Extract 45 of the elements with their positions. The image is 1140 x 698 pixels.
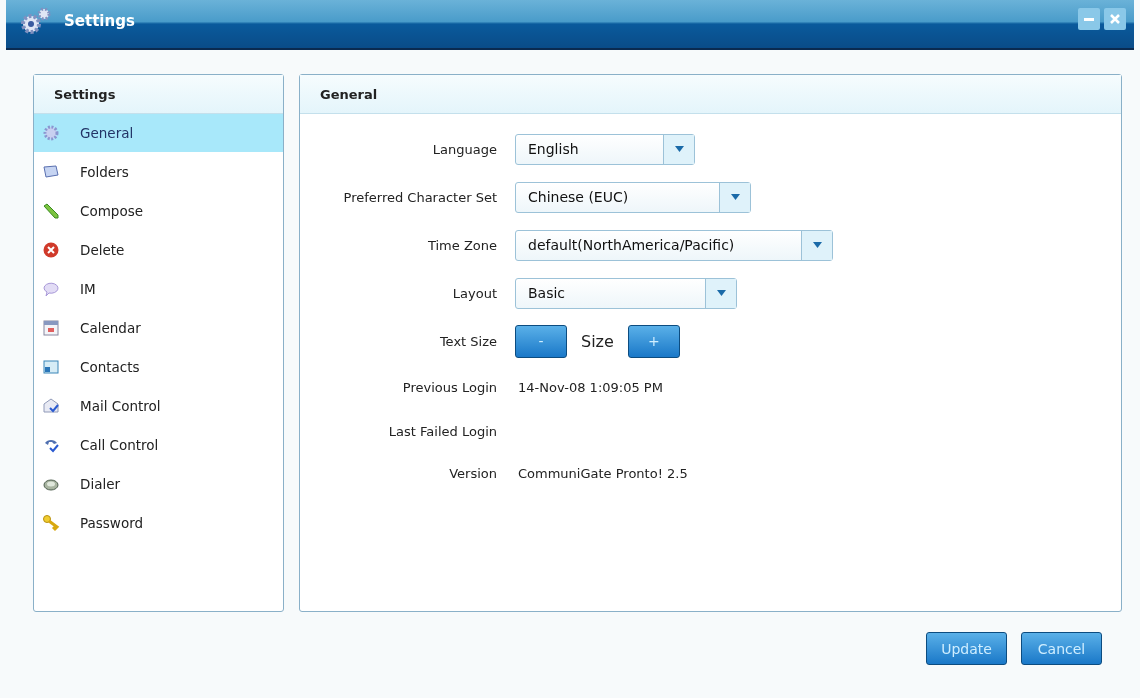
gears-icon [18,7,52,35]
gear-icon [42,124,60,142]
sidebar-item[interactable]: Delete [34,230,283,269]
size-label: Size [581,331,614,351]
mail-icon [42,396,60,415]
minimize-button[interactable] [1078,8,1100,30]
caret-icon [730,194,740,200]
sidebar-item[interactable]: General [34,114,283,152]
sidebar-item[interactable]: IM [34,269,283,308]
caret-icon [674,146,684,152]
pencil-icon [42,201,60,220]
caret-icon [716,290,726,296]
sidebar-item[interactable]: Call Control [34,425,283,464]
field-label: Text Size [438,333,497,349]
field-label: Time Zone [426,237,497,253]
window-title: Settings [64,12,135,30]
sidebar-item[interactable]: Password [34,503,283,542]
field-value: CommuniGate Pronto! 2.5 [517,465,688,481]
dropdown[interactable]: Chinese (EUC) [515,181,751,213]
caret-icon [812,242,822,248]
field-label: Last Failed Login [387,423,497,439]
card-icon [42,357,60,376]
sidebar-item[interactable]: Contacts [34,347,283,386]
close-button[interactable] [1104,8,1126,30]
sidebar-title: Settings [54,86,116,102]
close-icon [1109,13,1121,25]
folder-icon [42,162,60,181]
field-label: Previous Login [401,380,497,395]
sidebar-item[interactable]: Calendar [34,308,283,347]
sidebar-item[interactable]: Folders [34,152,283,191]
sidebar-item[interactable]: Dialer [34,464,283,503]
dropdown[interactable]: default(NorthAmerica/Pacific) [515,229,833,261]
dropdown[interactable]: Basic [515,277,737,309]
dropdown[interactable]: English [515,133,695,165]
calendar-icon [42,318,60,337]
sidebar-item[interactable]: Compose [34,191,283,230]
delete-icon [42,240,60,259]
panel-title: General [320,86,378,102]
sidebar-item[interactable]: Mail Control [34,386,283,425]
field-label: Language [431,141,497,157]
field-label: Preferred Character Set [342,189,497,205]
field-label: Layout [451,285,497,301]
key-icon [42,513,60,532]
field-label: Version [448,465,497,481]
field-value: 14-Nov-08 1:09:05 PM [517,380,663,395]
